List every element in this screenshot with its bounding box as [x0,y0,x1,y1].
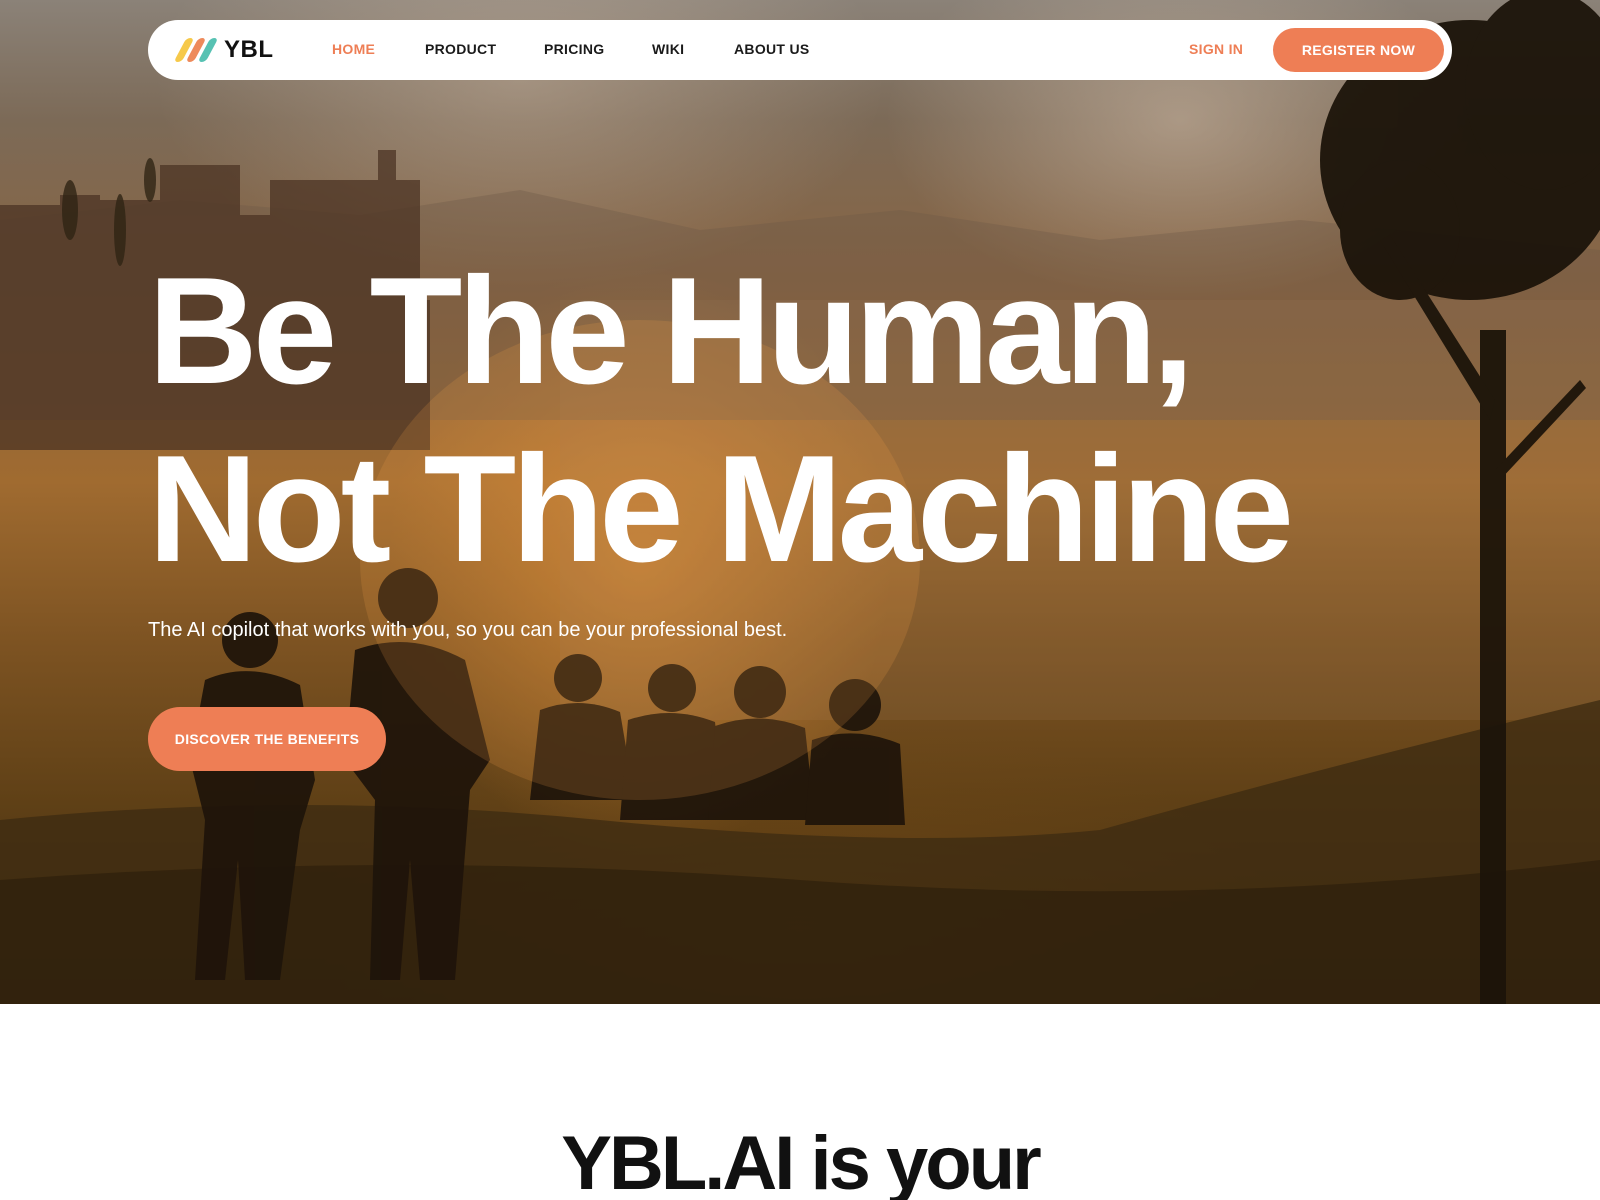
hero-subtitle: The AI copilot that works with you, so y… [148,619,788,641]
nav-item-product[interactable]: PRODUCT [425,41,496,57]
hero-headline-line-2: Not The Machine [148,424,1294,594]
nav-item-about-us[interactable]: ABOUT US [734,41,810,57]
hero-headline: Be The Human, Not The Machine [148,242,1294,598]
section-title: YBL.AI is your [561,1121,1041,1200]
nav-item-home[interactable]: HOME [332,41,375,57]
top-navbar: YBL HOME PRODUCT PRICING WIKI ABOUT US S… [148,20,1452,80]
register-now-button[interactable]: REGISTER NOW [1273,28,1444,72]
nav-links: HOME PRODUCT PRICING WIKI ABOUT US [148,20,1452,80]
discover-benefits-button[interactable]: DISCOVER THE BENEFITS [148,707,386,771]
hero-section: YBL HOME PRODUCT PRICING WIKI ABOUT US S… [0,0,1600,1004]
nav-item-pricing[interactable]: PRICING [544,41,604,57]
hero-headline-line-1: Be The Human, [148,246,1194,416]
sign-in-link[interactable]: SIGN IN [1189,41,1243,57]
nav-item-wiki[interactable]: WIKI [652,41,684,57]
